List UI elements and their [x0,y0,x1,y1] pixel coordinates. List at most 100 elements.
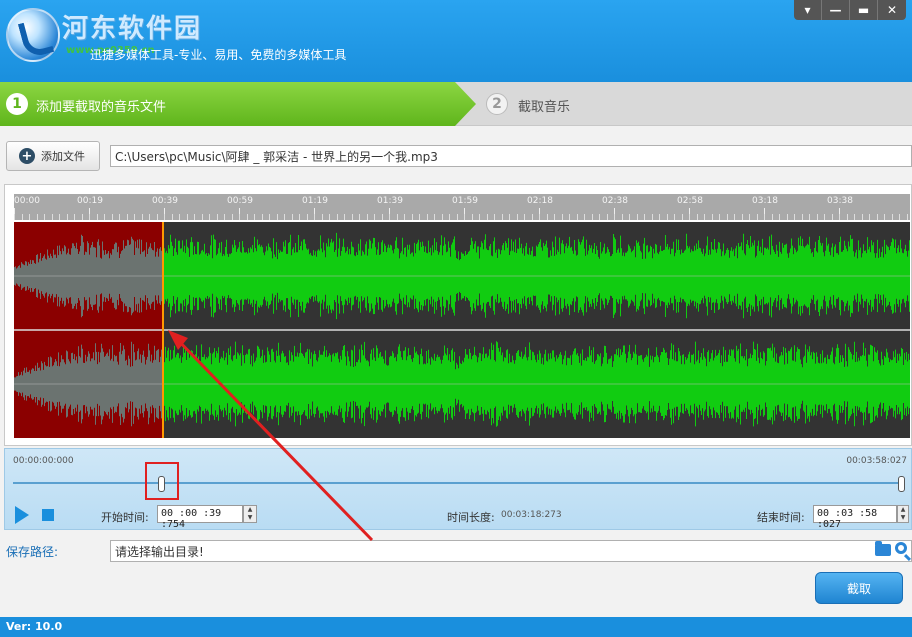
version-label: Ver: 10.0 [6,620,63,633]
timeline-minor-tick [449,214,450,220]
timeline-minor-tick [254,214,255,220]
maximize-button[interactable]: ▬ [850,0,878,20]
timeline-minor-tick [66,214,68,220]
range-end-time: 00:03:58:027 [846,456,907,466]
start-time-input[interactable]: 00 :00 :39 :754 [157,505,243,530]
timeline-minor-tick [194,214,195,220]
timeline-minor-tick [614,214,615,220]
timeline-minor-tick [756,214,758,220]
timeline-minor-tick [659,214,660,220]
timeline-minor-tick [801,214,803,220]
timeline-minor-tick [816,214,818,220]
timeline-tick-label: 00:00 [14,196,40,206]
stop-icon[interactable] [42,509,54,521]
app-logo-icon [6,8,60,62]
timeline-minor-tick [906,214,908,220]
timeline-minor-tick [854,214,855,220]
folder-icon[interactable] [875,541,891,556]
timeline-tick-label: 03:38 [827,196,853,206]
play-icon[interactable] [15,506,29,524]
step-bar: 1 添加要截取的音乐文件 2 截取音乐 [0,82,912,126]
timeline-minor-tick [629,214,630,220]
waveform-panel: 00:00 00:19 00:39 00:59 01:19 01:39 01:59 02:18… [4,184,912,446]
end-time-spinner[interactable]: ▲ ▼ [897,505,909,523]
search-icon[interactable] [895,542,907,554]
timeline-minor-tick [831,214,833,220]
timeline-minor-tick [636,214,638,220]
timeline-minor-tick [134,214,135,220]
timeline-minor-tick [74,214,75,220]
timeline-tick-label: 02:58 [677,196,703,206]
timeline-tick-label: 01:19 [302,196,328,206]
timeline-tick-label: 02:18 [527,196,553,206]
timeline-minor-tick [464,214,465,220]
start-time-spinner[interactable]: ▲ ▼ [243,505,257,523]
file-path-field[interactable]: C:\Users\pc\Music\阿肆 _ 郭采洁 - 世界上的另一个我.mp… [110,145,912,167]
timeline-minor-tick [674,214,675,220]
timeline-minor-tick [689,214,690,220]
add-file-button[interactable]: + 添加文件 [6,141,100,171]
timeline-minor-tick [794,214,795,220]
duration-label: 时间长度: [447,511,495,524]
timeline-minor-tick [21,214,23,220]
timeline-minor-tick [59,214,60,220]
timeline-minor-tick [471,214,473,220]
range-slider-track[interactable] [13,482,905,484]
end-slider-handle[interactable] [898,476,905,492]
timeline-minor-tick [329,214,330,220]
timeline-minor-tick [839,214,840,220]
end-time-input[interactable]: 00 :03 :58 :027 [813,505,897,530]
cut-button[interactable]: 截取 [815,572,903,604]
timeline-minor-tick [726,214,728,220]
timeline-minor-tick [869,214,870,220]
step-1[interactable]: 1 添加要截取的音乐文件 [0,82,476,126]
timeline-minor-tick [344,214,345,220]
timeline-minor-tick [396,214,398,220]
timeline-tick-label: 00:39 [152,196,178,206]
timeline-minor-tick [651,214,653,220]
timeline-minor-tick [426,214,428,220]
timeline-minor-tick [374,214,375,220]
timeline-minor-tick [891,214,893,220]
timeline-minor-tick [846,214,848,220]
timeline-minor-tick [644,214,645,220]
timeline-minor-tick [419,214,420,220]
timeline-minor-tick [441,214,443,220]
timeline-minor-tick [276,214,278,220]
timeline-minor-tick [884,214,885,220]
timeline-minor-tick [786,214,788,220]
menu-dropdown-icon[interactable]: ▾ [794,0,822,20]
timeline-tick-label: 03:18 [752,196,778,206]
minimize-button[interactable]: — [822,0,850,20]
app-header: 河东软件园 www.pc0359.cn 迅捷多媒体工具-专业、易用、免费的多媒体… [0,0,912,82]
waveform-view[interactable] [14,222,910,438]
timeline-minor-tick [771,214,773,220]
timeline-minor-tick [404,214,405,220]
timeline-minor-tick [411,214,413,220]
timeline-minor-tick [711,214,713,220]
step-1-number: 1 [6,93,28,115]
timeline-minor-tick [524,214,525,220]
control-panel: 00:00:00:000 00:03:58:027 开始时间: 00 :00 :… [4,448,912,530]
timeline-minor-tick [366,214,368,220]
timeline-minor-tick [141,214,143,220]
save-path-input[interactable]: 请选择输出目录! [110,540,912,562]
timeline-minor-tick [351,214,353,220]
timeline-minor-tick [809,214,810,220]
timeline-minor-tick [824,214,825,220]
close-button[interactable]: ✕ [878,0,906,20]
end-time-label: 结束时间: [757,511,805,524]
timeline-minor-tick [501,214,503,220]
timeline-minor-tick [704,214,705,220]
timeline-minor-tick [741,214,743,220]
timeline-minor-tick [246,214,248,220]
timeline-minor-tick [719,214,720,220]
timeline-minor-tick [764,214,765,220]
timeline-minor-tick [119,214,120,220]
timeline-minor-tick [576,214,578,220]
start-slider-handle[interactable] [158,476,166,492]
timeline-minor-tick [599,214,600,220]
timeline-minor-tick [336,214,338,220]
timeline-minor-tick [51,214,53,220]
timeline-minor-tick [164,214,165,220]
